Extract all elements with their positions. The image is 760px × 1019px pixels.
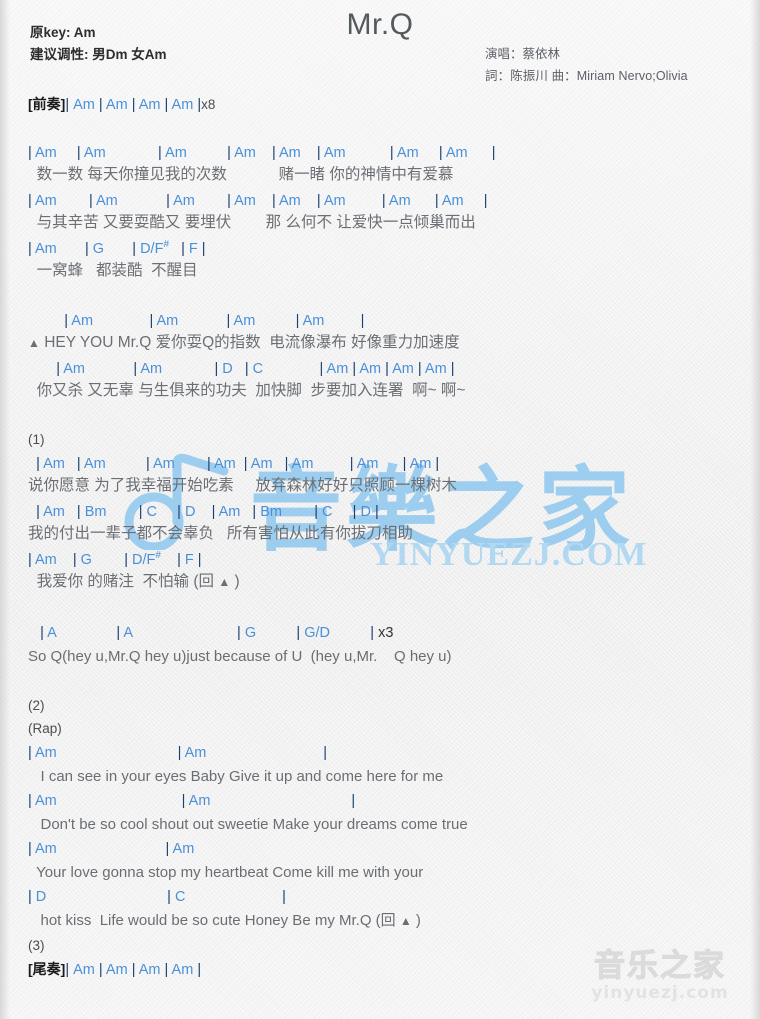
chord-row: | Am | Am | D | C | Am | Am | Am | Am | <box>56 361 455 377</box>
lyric-row: hot kiss Life would be so cute Honey Be … <box>28 912 421 929</box>
lyric-row: 一窝蜂 都装酷 不醒目 <box>28 262 198 279</box>
chord-row: | Am | Am | Am | Am | <box>64 313 365 329</box>
outro-chords: | Am | Am | Am | Am | <box>65 962 202 978</box>
lyric-row: 数一数 每天你撞见我的次数 赌一睹 你的神情中有爱慕 <box>28 166 454 183</box>
chord-row: | Am | Am | <box>28 793 356 809</box>
intro-tag: [前奏] <box>28 96 66 112</box>
chord-row: | Am | Am | Am | Am | Am | Am | Am | Am … <box>36 456 440 472</box>
chord-row: | Am | Am | Am | Am | Am | Am | Am | Am … <box>28 193 488 209</box>
intro-chords: | Am | Am | Am | Am | <box>65 97 202 113</box>
chord-row: | D | C | <box>28 889 286 905</box>
lyric-row: 说你愿意 为了我幸福开始吃素 放弃森林好好只照顾一棵树木 <box>28 477 457 494</box>
lyric-row: So Q(hey u,Mr.Q hey u)just because of U … <box>28 648 452 665</box>
intro-repeat: x8 <box>201 97 216 112</box>
lyric-row: Your love gonna stop my heartbeat Come k… <box>28 864 424 881</box>
chord-row: | A | A | G | G/D | x3 <box>40 625 394 641</box>
chord-row: | Am | Am | Am | Am | Am | Am | Am | Am … <box>28 145 496 161</box>
writer-line: 詞：陈振川 曲：Miriam Nervo;Olivia <box>485 69 688 83</box>
lyric-row: 你又杀 又无辜 与生俱来的功夫 加快脚 步要加入连署 啊~ 啊~ <box>28 382 466 399</box>
intro-line: [前奏]| Am | Am | Am | Am |x8 <box>28 96 215 113</box>
original-key: 原key: Am <box>30 25 96 40</box>
lyric-row: 我爱你 的赌注 不怕输 (回 ▲ ) <box>28 573 240 590</box>
singer-line: 演唱：蔡依林 <box>485 47 561 61</box>
outro-tag: [尾奏] <box>28 961 66 977</box>
lyric-row: 我的付出一辈子都不会辜负 所有害怕从此有你拔刀相助 <box>28 525 413 542</box>
chord-row: | Am | G | D/F# | F | <box>28 239 206 257</box>
section-marker: (3) <box>28 938 45 953</box>
outro-line: [尾奏]| Am | Am | Am | Am | <box>28 961 201 978</box>
chord-row: | Am | Bm | C | D | Am | Bm | C | D | <box>36 504 379 520</box>
lyric-row: ▲ HEY YOU Mr.Q 爱你耍Q的指数 电流像瀑布 好像重力加速度 <box>28 334 460 351</box>
credits: 演唱：蔡依林 詞：陈振川 曲：Miriam Nervo;Olivia <box>485 43 688 87</box>
chord-row: | Am | G | D/F# | F | <box>28 550 202 568</box>
chord-sheet: Mr.Q 原key: Am 建议调性: 男Dm 女Am 演唱：蔡依林 詞：陈振川… <box>0 0 760 1019</box>
rap-label: (Rap) <box>28 721 62 736</box>
lyric-row: Don't be so cool shout out sweetie Make … <box>28 816 468 833</box>
suggested-key: 建议调性: 男Dm 女Am <box>30 47 167 62</box>
chord-row: | Am | Am | <box>28 745 327 761</box>
lyric-row: I can see in your eyes Baby Give it up a… <box>28 768 444 785</box>
key-info: 原key: Am 建议调性: 男Dm 女Am <box>30 22 167 66</box>
section-marker: (1) <box>28 432 45 447</box>
lyric-row: 与其辛苦 又要耍酷又 要埋伏 那 么何不 让爱快一点倾巢而出 <box>28 214 476 231</box>
chord-row: | Am | Am <box>28 841 195 857</box>
section-marker: (2) <box>28 698 45 713</box>
